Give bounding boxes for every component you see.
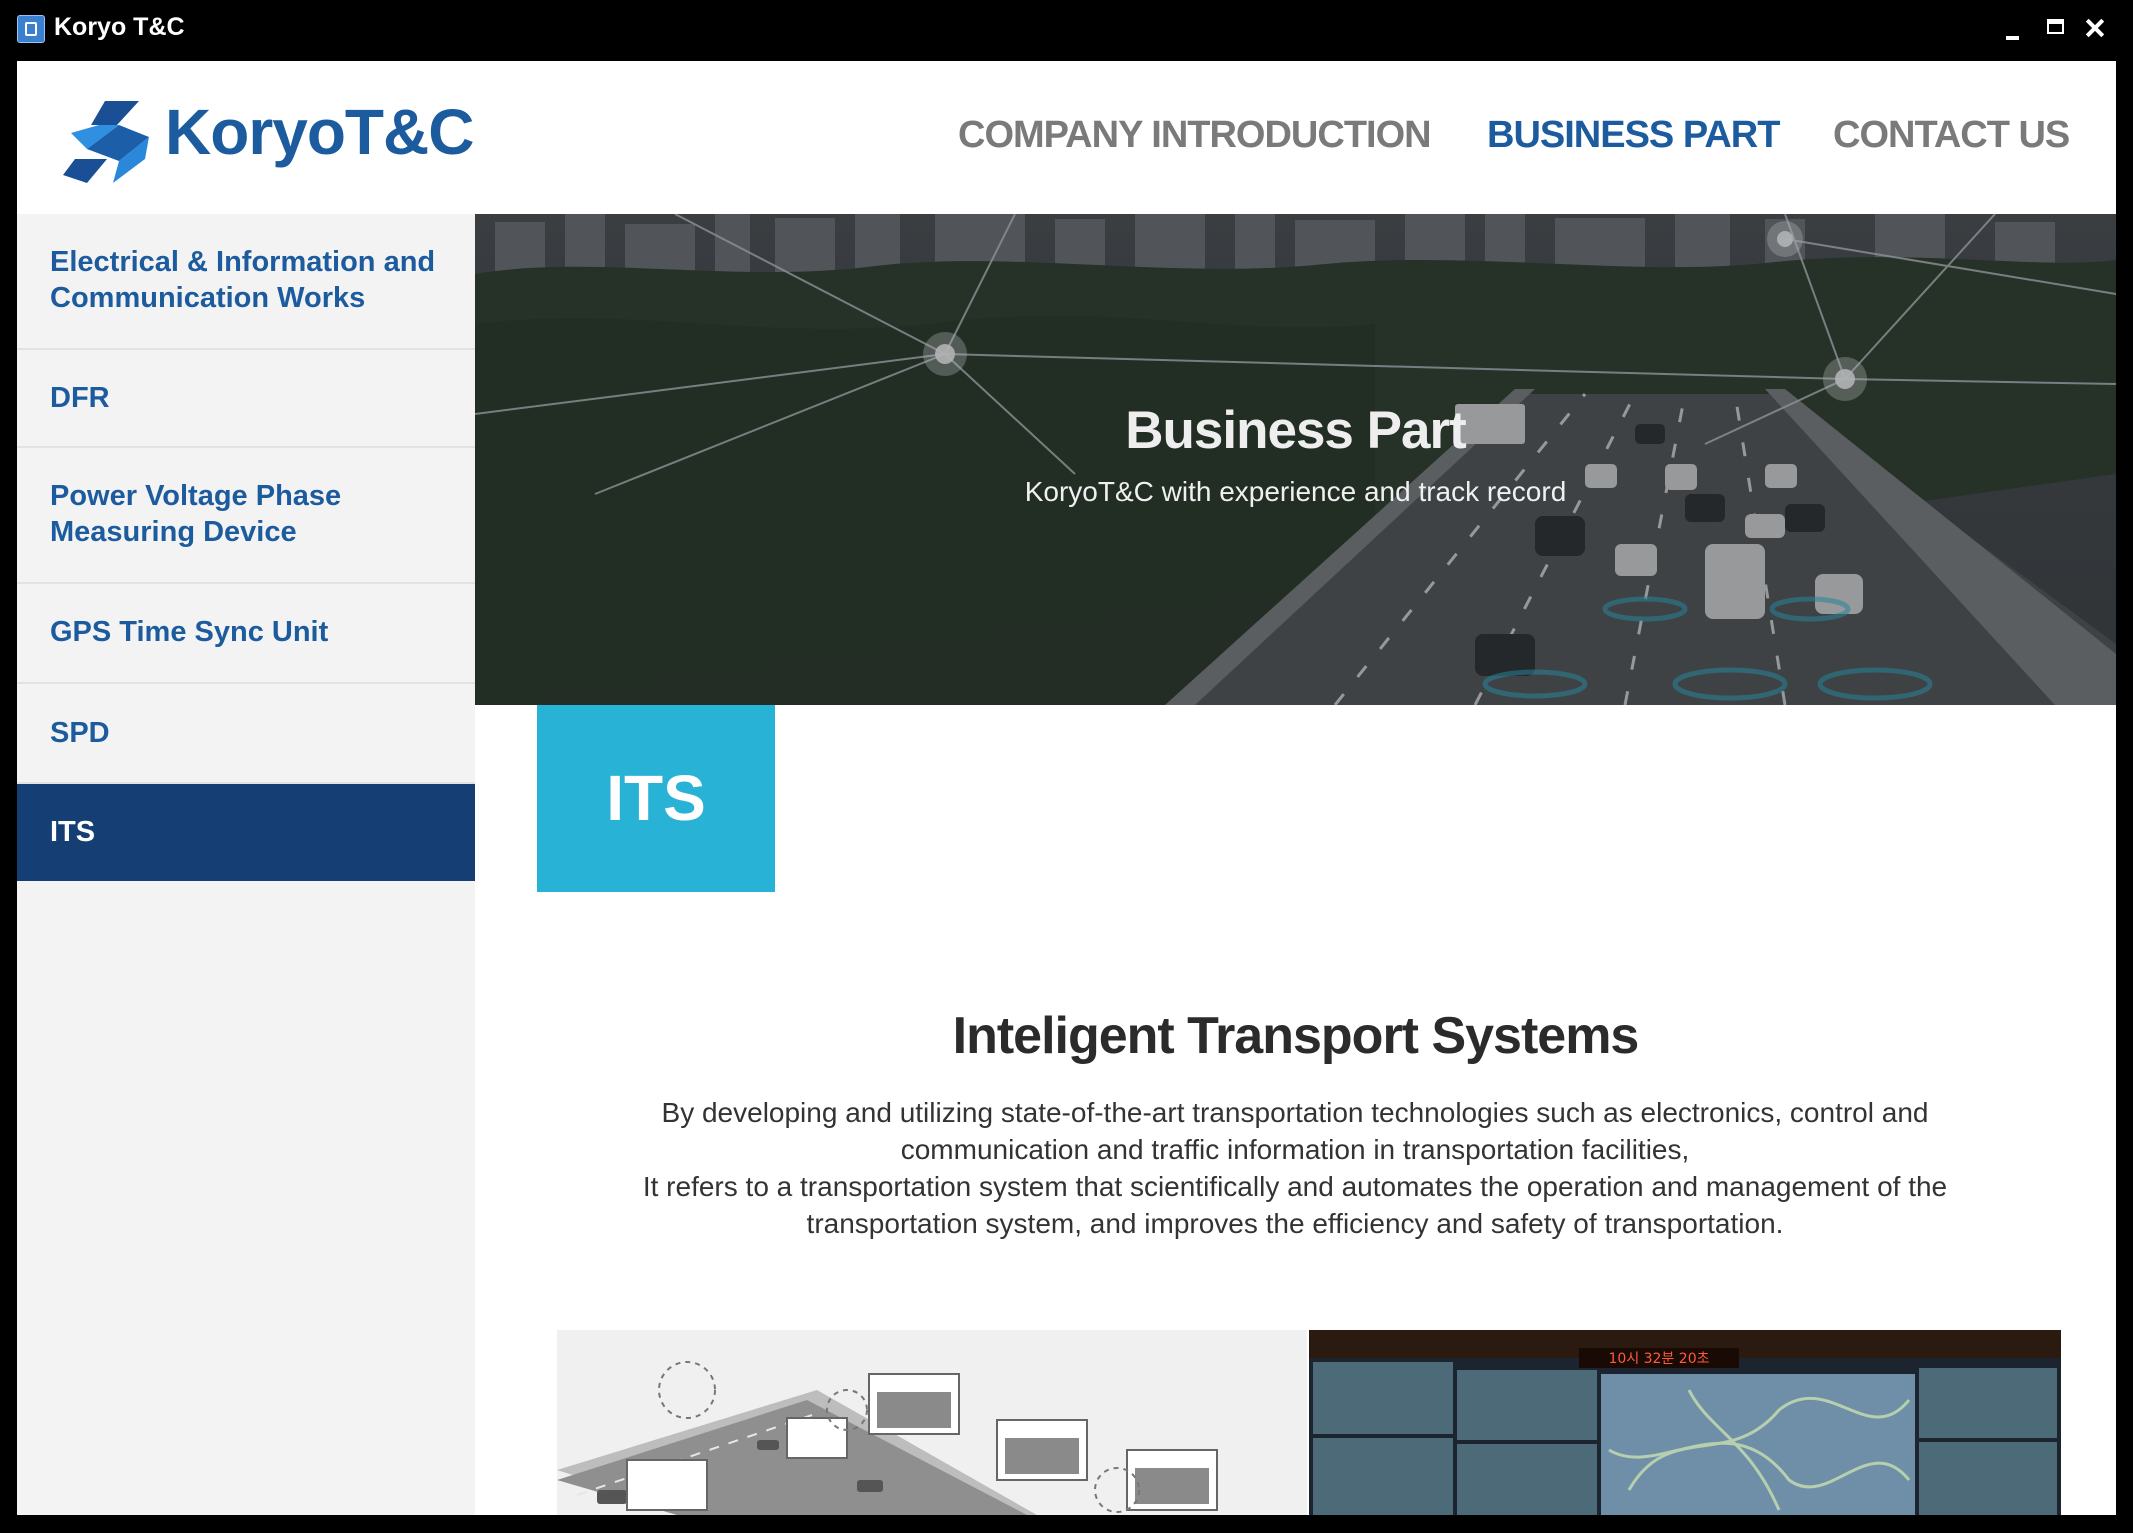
description-line: By developing and utilizing state-of-the… [661,1097,1929,1128]
control-room-image: 10시 32분 20초 [1309,1330,2061,1515]
hero-title: Business Part [1125,401,1466,460]
maximize-icon[interactable] [2038,10,2074,46]
nav-company-introduction[interactable]: COMPANY INTRODUCTION [958,114,1432,157]
sidebar-item-electrical-works[interactable]: Electrical & Information and Communicati… [17,214,475,350]
sidebar-item-spd[interactable]: SPD [17,684,475,784]
sidebar: Electrical & Information and Communicati… [17,214,475,1515]
sidebar-item-label-line: Measuring Device [50,516,297,548]
sidebar-item-label: ITS [50,816,96,848]
hero-banner: Business Part KoryoT&C with experience a… [475,214,2116,705]
site-header: KoryoT&C COMPANY INTRODUCTION BUSINESS P… [17,61,2116,214]
sidebar-item-label: GPS Time Sync Unit [50,616,329,648]
sidebar-item-dfr[interactable]: DFR [17,350,475,448]
section-title: Inteligent Transport Systems [952,1007,1640,1065]
sidebar-item-label: Power Voltage Phase Measuring Device [50,478,341,550]
close-icon[interactable] [2078,10,2114,46]
control-room-clock: 10시 32분 20초 [1609,1351,1710,1367]
window-title: Koryo T&C [54,13,185,41]
its-badge-label: ITS [606,762,706,834]
sidebar-item-label: DFR [50,382,110,414]
sidebar-item-label: Electrical & Information and Communicati… [50,244,435,316]
window-title-bar[interactable]: Koryo T&C [0,0,2133,61]
minimize-icon[interactable] [1996,10,2032,46]
description-line: transportation system, and improves the … [806,1208,1784,1239]
its-badge: ITS [537,705,775,892]
sidebar-item-label: SPD [50,717,110,749]
logo-wordmark[interactable]: KoryoT&C [165,95,474,169]
sidebar-item-label-line: Power Voltage Phase [50,480,342,512]
sidebar-item-its[interactable]: ITS [17,784,475,881]
its-diagram-image [557,1330,1307,1515]
section-description: By developing and utilizing state-of-the… [565,1094,2025,1242]
sidebar-item-power-voltage[interactable]: Power Voltage Phase Measuring Device [17,448,475,584]
main-content: Business Part KoryoT&C with experience a… [475,214,2116,1515]
sidebar-item-gps-time-sync[interactable]: GPS Time Sync Unit [17,584,475,684]
sidebar-item-label-line: Communication Works [50,282,366,314]
its-diagram-illustration [557,1330,1307,1515]
description-line: It refers to a transportation system tha… [642,1171,1948,1202]
app-window: KoryoT&C COMPANY INTRODUCTION BUSINESS P… [17,61,2116,1515]
app-icon [17,15,45,43]
description-line: communication and traffic information in… [900,1134,1690,1165]
nav-business-part[interactable]: BUSINESS PART [1487,114,1780,157]
control-room-photo: 10시 32분 20초 [1309,1330,2061,1515]
sidebar-item-label-line: Electrical & Information and [50,246,436,278]
nav-contact-us[interactable]: CONTACT US [1833,114,2070,157]
hero-subtitle: KoryoT&C with experience and track recor… [1024,476,1567,507]
